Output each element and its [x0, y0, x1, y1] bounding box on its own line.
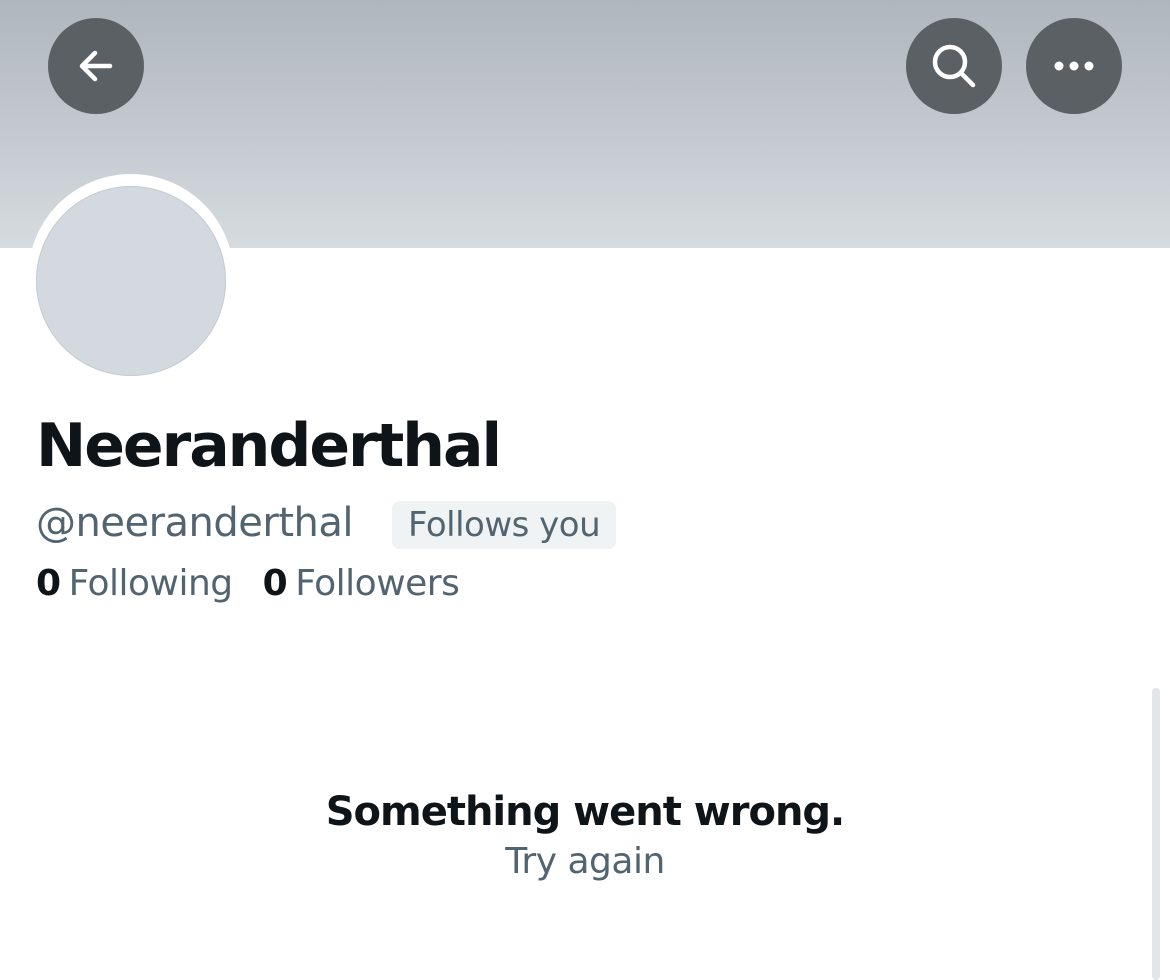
followers-count: 0 — [262, 563, 288, 604]
following-label: Following — [68, 563, 234, 604]
search-icon — [932, 44, 976, 88]
try-again-link[interactable]: Try again — [505, 841, 665, 882]
followers-link[interactable]: 0 Followers — [263, 560, 460, 608]
follows-you-badge: Follows you — [392, 501, 617, 549]
more-options-button[interactable] — [1026, 18, 1122, 114]
back-button[interactable] — [48, 18, 144, 114]
scrollbar[interactable] — [1152, 688, 1160, 980]
retry-container: Try again — [0, 838, 1170, 886]
following-link[interactable]: 0 Following — [36, 560, 233, 608]
search-button[interactable] — [906, 18, 1002, 114]
avatar[interactable] — [36, 186, 226, 376]
following-count: 0 — [36, 563, 61, 604]
error-message: Something went wrong. — [325, 789, 846, 835]
profile-stats: 0 Following 0 Followers — [36, 560, 460, 608]
display-name: Neeranderthal — [36, 411, 502, 481]
arrow-left-icon — [79, 50, 113, 82]
followers-label: Followers — [295, 563, 460, 604]
more-horizontal-icon — [1054, 61, 1094, 71]
user-handle: @neeranderthal — [36, 500, 353, 546]
